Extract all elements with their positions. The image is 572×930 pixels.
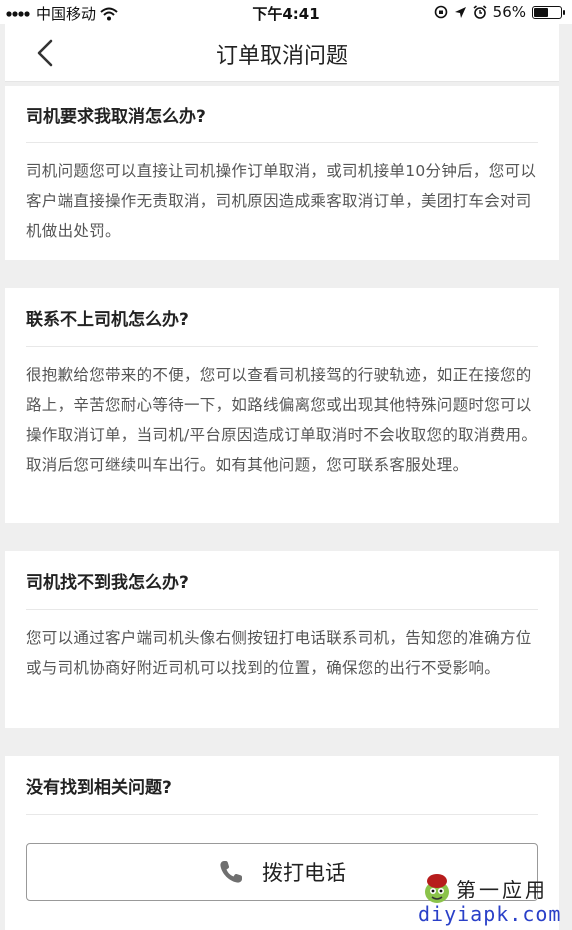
location-icon — [454, 6, 466, 18]
faq-question: 联系不上司机怎么办? — [26, 288, 538, 347]
faq-card: 联系不上司机怎么办? 很抱歉给您带来的不便，您可以查看司机接驾的行驶轨迹，如正在… — [5, 288, 559, 523]
faq-card: 司机找不到我怎么办? 您可以通过客户端司机头像右侧按钮打电话联系司机，告知您的准… — [5, 551, 559, 728]
nav-bar: 订单取消问题 — [5, 24, 559, 82]
watermark: 第一应用 diyiapk.com — [418, 872, 568, 928]
status-bar: 中国移动 下午4:41 56% — [0, 0, 572, 24]
rotation-lock-icon — [434, 5, 447, 19]
faq-question: 司机要求我取消怎么办? — [26, 86, 538, 143]
faq-answer: 司机问题您可以直接让司机操作订单取消，或司机接单10分钟后，您可以客户端直接操作… — [26, 162, 537, 240]
faq-card: 司机要求我取消怎么办? 司机问题您可以直接让司机操作订单取消，或司机接单10分钟… — [5, 86, 559, 260]
alarm-icon — [473, 5, 487, 19]
watermark-domain: diyiapk.com — [418, 902, 562, 926]
page-title: 订单取消问题 — [215, 44, 348, 69]
watermark-name: 第一应用 — [456, 878, 548, 902]
faq-answer: 很抱歉给您带来的不便，您可以查看司机接驾的行驶轨迹，如正在接您的路上，辛苦您耐心… — [26, 366, 538, 474]
mascot-logo-icon — [425, 874, 449, 903]
battery-icon — [532, 5, 565, 19]
call-button-label: 拨打电话 — [262, 861, 346, 885]
no-answer-prompt: 没有找到相关问题? — [26, 756, 538, 815]
faq-answer: 您可以通过客户端司机头像右侧按钮打电话联系司机，告知您的准确方位或与司机协商好附… — [26, 629, 532, 677]
phone-icon — [220, 861, 242, 883]
faq-question: 司机找不到我怎么办? — [26, 551, 538, 610]
battery-percent: 56% — [492, 3, 526, 21]
status-right: 56% — [434, 3, 565, 21]
